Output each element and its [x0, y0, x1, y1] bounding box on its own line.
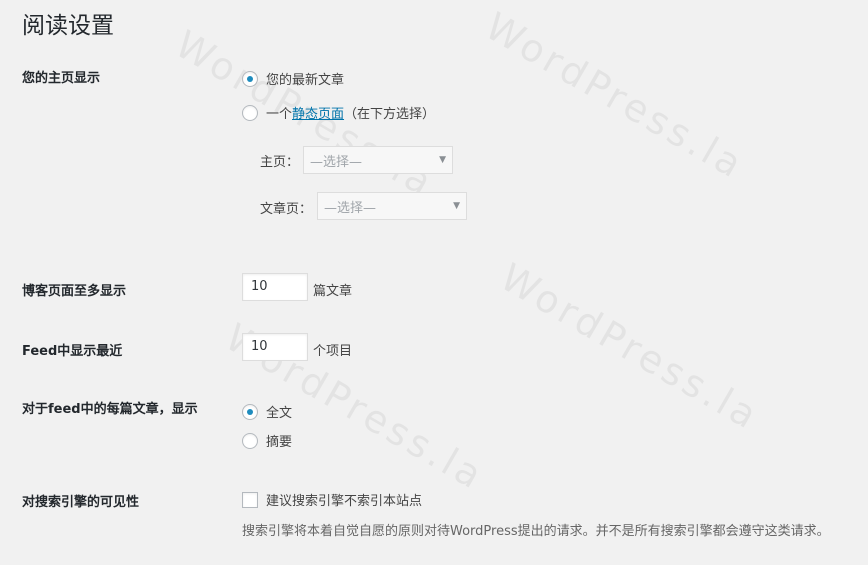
search-visibility-description: 搜索引擎将本着自觉自愿的原则对待WordPress提出的请求。并不是所有搜索引擎… [242, 524, 830, 539]
radio-latest-posts[interactable]: 您的最新文章 [242, 69, 344, 88]
radio-button[interactable] [242, 432, 258, 449]
discourage-search-checkbox[interactable] [242, 491, 258, 508]
feed-count-input[interactable]: 10 [242, 333, 308, 361]
posts-per-page-input[interactable]: 10 [242, 273, 308, 301]
select-value: —选择— [310, 154, 363, 170]
radio-label-suffix: （在下方选择） [344, 107, 436, 122]
search-visibility-label: 对搜索引擎的可见性 [22, 495, 140, 510]
radio-label-prefix: 一个 [266, 107, 293, 122]
radio-summary[interactable]: 摘要 [242, 431, 292, 450]
feed-content-label: 对于feed中的每篇文章，显示 [22, 402, 198, 417]
radio-label: 全文 [266, 406, 293, 421]
static-page-link[interactable]: 静态页面 [292, 103, 344, 122]
posts-per-page-label: 博客页面至多显示 [22, 284, 127, 299]
front-page-label: 您的主页显示 [22, 71, 101, 86]
watermark: WordPress.la [478, 4, 753, 188]
radio-label: 摘要 [266, 435, 293, 450]
page-title: 阅读设置 [22, 13, 114, 39]
posts-page-select[interactable]: —选择— ▼ [317, 192, 467, 220]
checkbox-label: 建议搜索引擎不索引本站点 [266, 494, 423, 509]
homepage-select[interactable]: —选择— ▼ [303, 146, 453, 174]
dropdown-arrow-icon: ▼ [439, 155, 446, 165]
radio-button[interactable] [242, 104, 258, 121]
discourage-search-option[interactable]: 建议搜索引擎不索引本站点 [242, 490, 422, 509]
homepage-label: 主页： [260, 155, 300, 170]
posts-per-page-unit: 篇文章 [313, 284, 353, 299]
radio-full-text[interactable]: 全文 [242, 402, 292, 421]
radio-label: 您的最新文章 [266, 73, 345, 88]
radio-button-checked[interactable] [242, 403, 258, 420]
dropdown-arrow-icon: ▼ [453, 201, 460, 211]
radio-static-page[interactable]: 一个 静态页面 （在下方选择） [242, 103, 435, 122]
posts-page-label: 文章页： [260, 202, 313, 217]
watermark: WordPress.la [493, 255, 768, 439]
feed-count-label: Feed中显示最近 [22, 344, 123, 359]
select-value: —选择— [324, 200, 377, 216]
feed-count-unit: 个项目 [313, 344, 353, 359]
radio-button-checked[interactable] [242, 70, 258, 87]
